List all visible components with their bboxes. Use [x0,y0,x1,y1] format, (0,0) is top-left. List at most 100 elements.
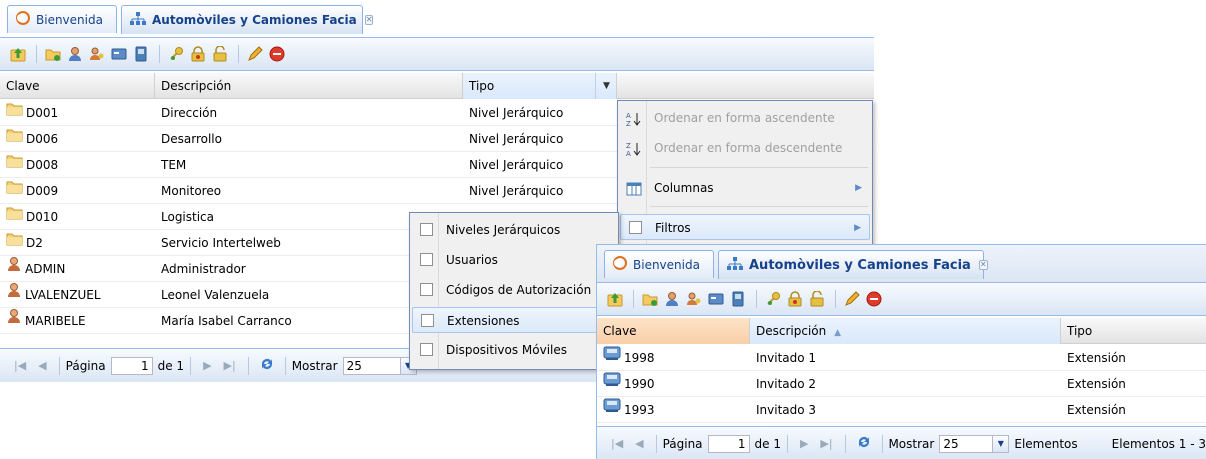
prev-page-icon[interactable]: ◀ [38,359,46,372]
menu-sort-asc[interactable]: AZ Ordenar en forma ascendente [620,105,870,131]
folder-add-icon[interactable] [642,291,658,307]
menu-columns[interactable]: Columnas ▶ [620,175,870,201]
next-page-icon[interactable]: ▶ [203,359,211,372]
last-page-icon[interactable]: ▶| [224,359,236,372]
chevron-down-icon[interactable]: ▼ [992,435,1009,452]
filter-checkbox[interactable] [420,343,433,356]
toolbar-separator [633,290,634,308]
filter-item[interactable]: Códigos de Autorización [412,277,616,303]
filter-checkbox[interactable] [420,283,433,296]
user-icon [6,308,22,333]
table-row[interactable]: 1990 Invitado 2 Extensión [597,371,1206,397]
upload-icon[interactable] [607,291,623,307]
card-icon[interactable] [708,291,724,307]
cell-tipo: Nivel Jerárquico [463,178,617,204]
prev-page-icon[interactable]: ◀ [635,437,643,450]
column-clave[interactable]: Clave [597,318,750,344]
column-menu: AZ Ordenar en forma ascendente ZA Ordena… [617,100,873,246]
filter-label: Usuarios [446,253,498,267]
cell-text: Invitado 3 [756,403,817,417]
user-icon[interactable] [67,46,83,62]
first-page-icon[interactable]: |◀ [611,437,623,450]
menu-sort-desc[interactable]: ZA Ordenar en forma descendente [620,135,870,161]
delete-icon[interactable] [866,291,882,307]
lock-key-icon[interactable] [765,291,781,307]
cell-text: D010 [26,210,59,224]
edit-icon[interactable] [247,46,263,62]
filter-checkbox[interactable] [420,253,433,266]
sort-asc-indicator-icon: ▲ [834,328,841,338]
page-size-select[interactable]: 25▼ [939,434,1010,453]
menu-label: Ordenar en forma descendente [654,141,843,155]
lock-icon[interactable] [787,291,803,307]
column-menu-trigger[interactable]: ▼ [595,73,617,99]
cell-desc: Invitado 2 [750,371,1061,397]
user-icon [6,282,22,307]
page-label: Página [65,358,106,373]
cell-desc: Desarrollo [155,126,463,152]
phone-icon[interactable] [133,46,149,62]
folder-add-icon[interactable] [45,46,61,62]
filter-item[interactable]: Dispositivos Móviles [412,337,616,363]
filter-item[interactable]: Extensiones [412,307,616,333]
grid-header: Clave Descripción ▲ Tipo [597,318,1206,344]
filter-checkbox[interactable] [421,314,434,327]
lock-icon[interactable] [190,46,206,62]
cell-text: Nivel Jerárquico [469,184,564,198]
first-page-icon[interactable]: |◀ [14,359,26,372]
close-icon[interactable]: ✕ [978,260,988,270]
close-icon[interactable]: ✕ [364,15,374,25]
toolbar-separator [159,45,160,63]
menu-filters[interactable]: Filtros ▶ [620,214,870,240]
tab-bienvenida[interactable]: Bienvenida [604,250,714,278]
hierarchy-icon [130,11,146,29]
cell-tipo: Extensión [1061,345,1206,371]
cell-desc: TEM [155,152,463,178]
tab-bienvenida[interactable]: Bienvenida [7,5,117,33]
tab-label: Bienvenida [36,12,103,27]
delete-icon[interactable] [269,46,285,62]
tab-automoviles[interactable]: Automòviles y Camiones Facia ✕ [121,5,374,34]
tab-automoviles[interactable]: Automòviles y Camiones Facia ✕ [718,250,988,279]
svg-text:Z: Z [626,120,631,127]
toolbar-separator [756,290,757,308]
cell-desc: Dirección [155,100,463,126]
menu-label: Filtros [655,221,691,235]
user-icon[interactable] [664,291,680,307]
edit-icon[interactable] [844,291,860,307]
refresh-icon[interactable] [259,356,275,375]
users-key-icon[interactable] [89,46,105,62]
table-row[interactable]: 1998 Invitado 1 Extensión [597,345,1206,371]
page-label: Página [662,436,703,451]
columns-icon [626,180,642,196]
column-clave[interactable]: Clave [0,73,155,99]
phone-icon[interactable] [730,291,746,307]
column-descripcion-label: Descripción [756,324,827,338]
filter-checkbox[interactable] [420,223,433,236]
column-tipo[interactable]: Tipo [1061,318,1206,344]
refresh-icon[interactable] [856,434,872,453]
page-input[interactable] [707,434,750,453]
filter-item[interactable]: Usuarios [412,247,616,273]
grid-header: Clave Descripción Tipo ▼ [0,73,874,99]
column-descripcion[interactable]: Descripción [155,73,463,99]
filters-checkbox[interactable] [629,221,642,234]
cell-tipo: Nivel Jerárquico [463,126,617,152]
lock-key-icon[interactable] [168,46,184,62]
column-tipo[interactable]: Tipo ▼ [463,73,617,99]
users-key-icon[interactable] [686,291,702,307]
cell-text: Invitado 2 [756,377,817,391]
filter-item[interactable]: Niveles Jerárquicos [412,217,616,243]
upload-icon[interactable] [10,46,26,62]
page-input[interactable] [110,356,153,375]
last-page-icon[interactable]: ▶| [820,437,832,450]
lock-open-icon[interactable] [212,46,228,62]
column-descripcion[interactable]: Descripción ▲ [750,318,1061,344]
welcome-icon [613,256,627,273]
cell-text: Administrador [161,262,246,276]
next-page-icon[interactable]: ▶ [800,437,808,450]
page-size-select[interactable]: 25▼ [342,356,417,375]
card-icon[interactable] [111,46,127,62]
lock-open-icon[interactable] [809,291,825,307]
table-row[interactable]: 1993 Invitado 3 Extensión [597,397,1206,423]
